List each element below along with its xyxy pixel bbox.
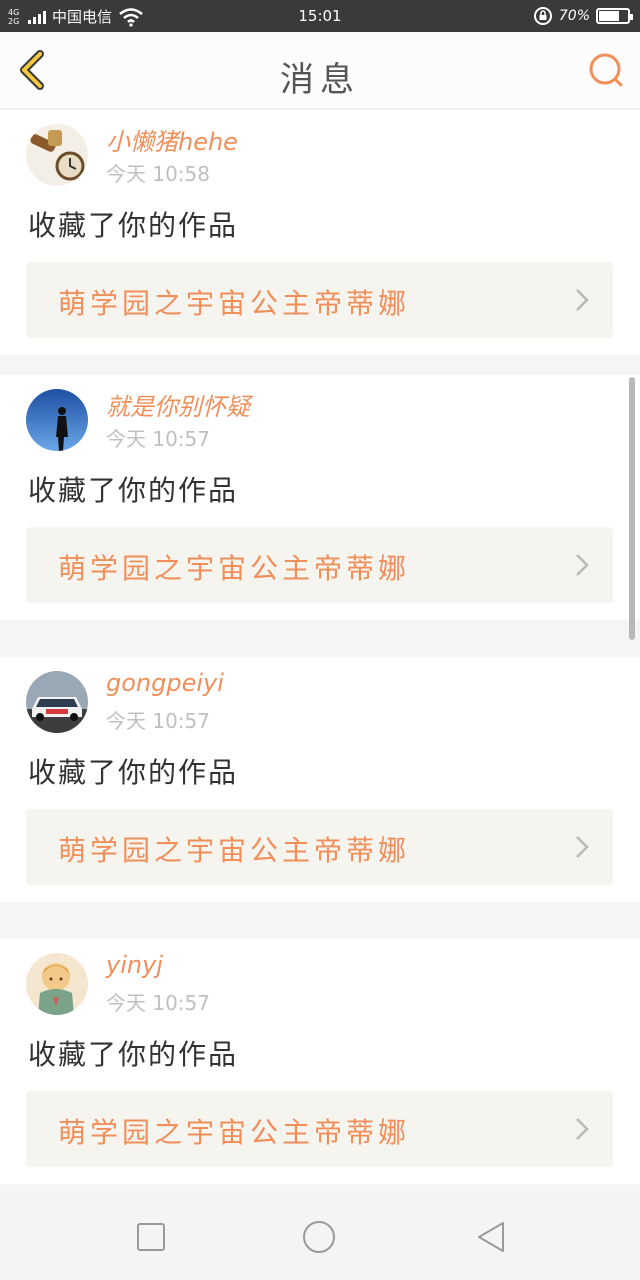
work-title: 萌学园之宇宙公主帝蒂娜	[58, 834, 411, 867]
work-title: 萌学园之宇宙公主帝蒂娜	[58, 552, 411, 585]
action-text: 收藏了你的作品	[28, 1038, 239, 1071]
work-link[interactable]: 萌学园之宇宙公主帝蒂娜	[26, 1091, 613, 1167]
username[interactable]: yinyj	[106, 951, 163, 979]
status-bar: 4G 2G 中国电信 15:01 70%	[0, 0, 640, 32]
back-nav-button[interactable]	[473, 1219, 509, 1255]
battery-percent: 70%	[558, 8, 590, 24]
message-card: 就是你别怀疑 今天 10:57 收藏了你的作品 萌学园之宇宙公主帝蒂娜	[0, 375, 640, 620]
work-link[interactable]: 萌学园之宇宙公主帝蒂娜	[26, 262, 613, 338]
action-text: 收藏了你的作品	[28, 209, 239, 242]
avatar[interactable]	[26, 671, 88, 733]
battery-icon	[596, 8, 633, 24]
title-bar: 消息	[0, 32, 640, 109]
avatar[interactable]	[26, 124, 88, 186]
avatar[interactable]	[26, 389, 88, 451]
page-title: 消息	[280, 60, 360, 100]
system-nav-bar	[0, 1195, 640, 1280]
action-text: 收藏了你的作品	[28, 756, 239, 789]
chevron-right-icon	[576, 1118, 589, 1140]
avatar[interactable]	[26, 953, 88, 1015]
triangle-back-icon	[478, 1222, 504, 1252]
message-card: gongpeiyi 今天 10:57 收藏了你的作品 萌学园之宇宙公主帝蒂娜	[0, 657, 640, 902]
chevron-right-icon	[576, 554, 589, 576]
username[interactable]: 小懒猪hehe	[106, 122, 238, 157]
circle-icon	[303, 1221, 335, 1253]
search-button[interactable]	[586, 50, 626, 90]
chevron-right-icon	[576, 289, 589, 311]
search-icon	[589, 53, 623, 87]
work-link[interactable]: 萌学园之宇宙公主帝蒂娜	[26, 809, 613, 885]
username[interactable]: gongpeiyi	[106, 669, 224, 697]
message-card: 小懒猪hehe 今天 10:58 收藏了你的作品 萌学园之宇宙公主帝蒂娜	[0, 110, 640, 355]
avatar-image	[26, 671, 88, 733]
rotation-lock-icon	[533, 7, 552, 25]
avatar-image	[26, 953, 88, 1015]
avatar-image	[26, 389, 88, 451]
timestamp: 今天 10:57	[106, 427, 210, 451]
timestamp: 今天 10:58	[106, 162, 210, 186]
work-title: 萌学园之宇宙公主帝蒂娜	[58, 1116, 411, 1149]
avatar-image	[26, 124, 88, 186]
recents-button[interactable]	[133, 1219, 169, 1255]
timestamp: 今天 10:57	[106, 709, 210, 733]
username[interactable]: 就是你别怀疑	[106, 387, 250, 422]
status-right: 70%	[533, 6, 633, 26]
square-icon	[137, 1223, 165, 1251]
action-text: 收藏了你的作品	[28, 474, 239, 507]
timestamp: 今天 10:57	[106, 991, 210, 1015]
message-list[interactable]: 小懒猪hehe 今天 10:58 收藏了你的作品 萌学园之宇宙公主帝蒂娜 就是你…	[0, 110, 640, 1195]
scrollbar[interactable]	[629, 377, 635, 640]
work-link[interactable]: 萌学园之宇宙公主帝蒂娜	[26, 527, 613, 603]
chevron-right-icon	[576, 836, 589, 858]
message-card: yinyj 今天 10:57 收藏了你的作品 萌学园之宇宙公主帝蒂娜	[0, 939, 640, 1184]
home-button[interactable]	[301, 1219, 337, 1255]
work-title: 萌学园之宇宙公主帝蒂娜	[58, 287, 411, 320]
